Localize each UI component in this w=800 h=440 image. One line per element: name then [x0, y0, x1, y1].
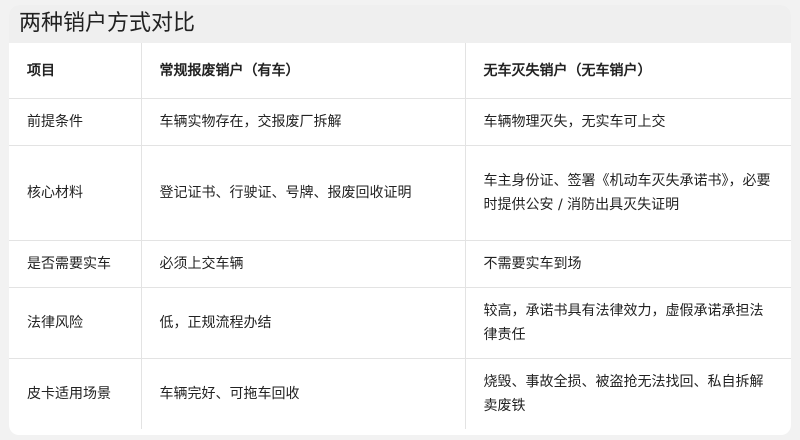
- header-regular-scrap: 常规报废销户（有车）: [140, 43, 465, 99]
- table-cell: 车辆实物存在，交报废厂拆解: [140, 98, 465, 146]
- table-cell: 较高，承诺书具有法律效力，虚假承诺承担法律责任: [464, 287, 791, 359]
- table-header-row: 项目 常规报废销户（有车） 无车灭失销户（无车销户）: [9, 43, 791, 99]
- table-cell: 烧毁、事故全损、被盗抢无法找回、私自拆解卖废铁: [464, 358, 791, 429]
- table-cell: 不需要实车到场: [464, 240, 791, 288]
- row-label: 前提条件: [9, 98, 141, 146]
- table-row: 前提条件 车辆实物存在，交报废厂拆解 车辆物理灭失，无实车可上交: [9, 98, 791, 146]
- row-label: 法律风险: [9, 287, 141, 359]
- page-title: 两种销户方式对比: [9, 5, 791, 43]
- comparison-card: 两种销户方式对比 项目 常规报废销户（有车） 无车灭失销户（无车销户） 前提条件…: [9, 5, 791, 435]
- header-item: 项目: [9, 43, 141, 99]
- table-cell: 低，正规流程办结: [140, 287, 465, 359]
- table-cell: 登记证书、行驶证、号牌、报废回收证明: [140, 145, 465, 241]
- row-label: 皮卡适用场景: [27, 386, 111, 402]
- row-label: 核心材料: [9, 145, 141, 241]
- table-cell: 车辆完好、可拖车回收: [140, 358, 465, 429]
- table-cell: 车辆物理灭失，无实车可上交: [464, 98, 791, 146]
- comparison-table: 项目 常规报废销户（有车） 无车灭失销户（无车销户） 前提条件 车辆实物存在，交…: [9, 43, 791, 429]
- table-cell: 车主身份证、签署《机动车灭失承诺书》，必要时提供公安 / 消防出具灭失证明: [464, 145, 791, 241]
- table-row: 法律风险 低，正规流程办结 较高，承诺书具有法律效力，虚假承诺承担法律责任: [9, 287, 791, 359]
- row-label: 是否需要实车: [9, 240, 141, 288]
- table-row: 是否需要实车 必须上交车辆 不需要实车到场: [9, 240, 791, 288]
- table-cell: 必须上交车辆: [140, 240, 465, 288]
- table-row: 核心材料 登记证书、行驶证、号牌、报废回收证明 车主身份证、签署《机动车灭失承诺…: [9, 145, 791, 241]
- header-no-vehicle-loss: 无车灭失销户（无车销户）: [464, 43, 791, 99]
- table-row: 皮卡适用场景 车辆完好、可拖车回收 烧毁、事故全损、被盗抢无法找回、私自拆解卖废…: [9, 358, 791, 429]
